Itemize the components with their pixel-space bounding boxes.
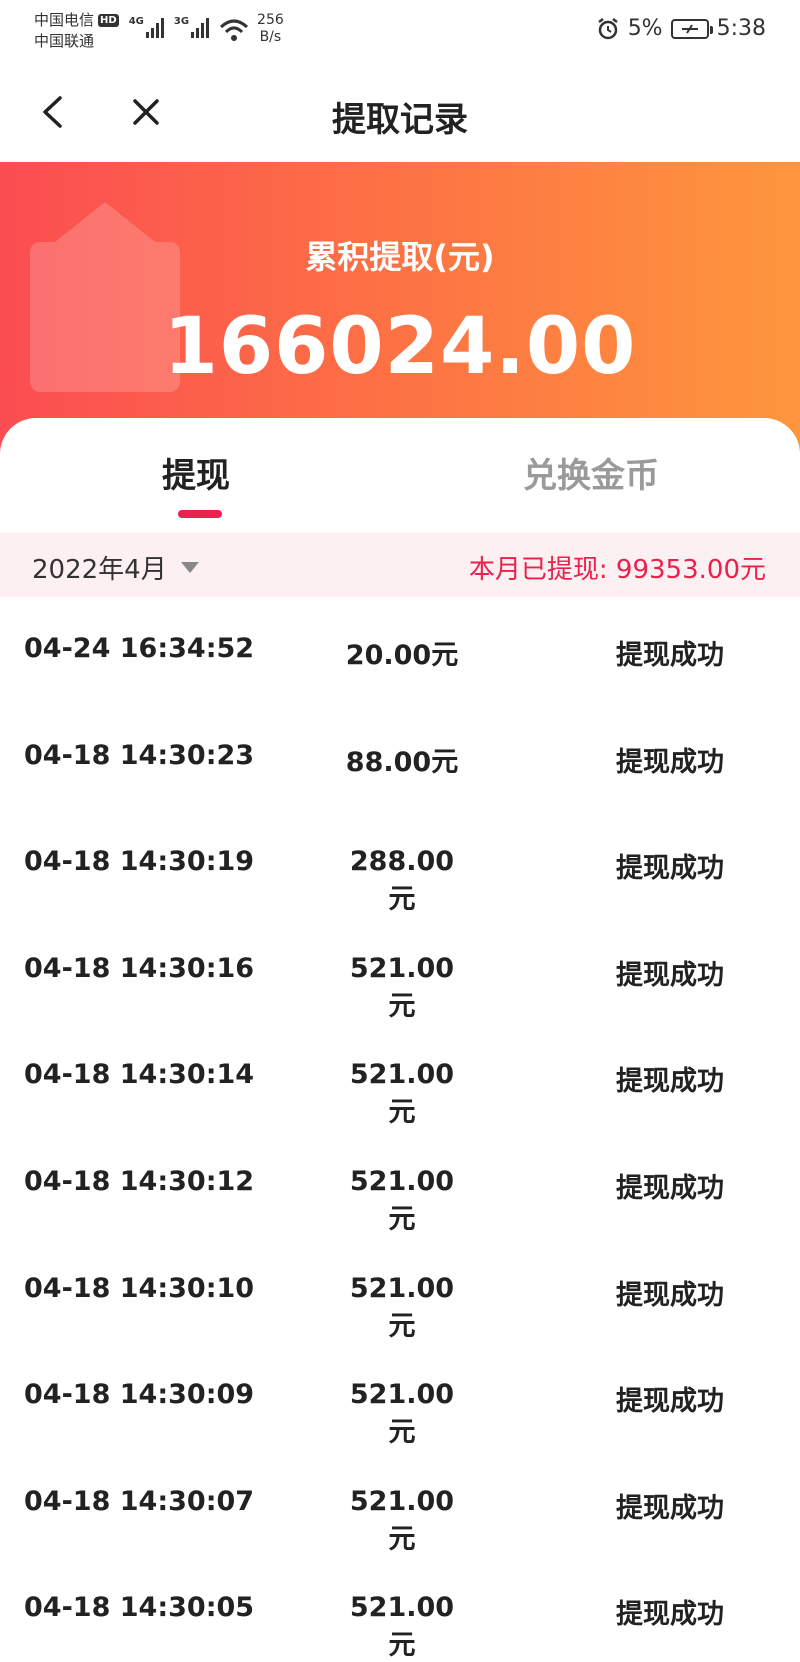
carrier-labels: 中国电信 HD 中国联通 xyxy=(34,10,119,52)
signal-bars-icon xyxy=(191,16,210,38)
caret-down-icon xyxy=(180,562,199,573)
list-item: 04-18 14:30:10 521.00元 提现成功 xyxy=(0,1237,800,1344)
status-bar: 中国电信 HD 中国联通 4G 3G 256 B/s 5% 5:38 xyxy=(0,0,800,62)
record-time: 04-18 14:30:23 xyxy=(24,739,255,771)
record-status: 提现成功 xyxy=(616,1386,724,1418)
battery-charging-icon xyxy=(670,18,713,39)
record-amount: 521.00元 xyxy=(349,952,455,1022)
record-amount: 88.00元 xyxy=(345,746,459,778)
carrier-name-2: 中国联通 xyxy=(34,32,95,50)
page-title: 提取记录 xyxy=(332,100,468,140)
signal-4g: 4G xyxy=(129,16,164,38)
battery-percent: 5% xyxy=(627,16,663,41)
record-amount: 521.00元 xyxy=(349,1592,455,1662)
month-total-withdrawn: 本月已提现: 99353.00元 xyxy=(468,555,766,585)
speed-unit: B/s xyxy=(259,29,282,45)
network-type-2: 3G xyxy=(173,16,190,27)
signal-3g: 3G xyxy=(173,16,210,38)
month-filter-bar: 2022年4月 本月已提现: 99353.00元 xyxy=(0,533,800,597)
record-status: 提现成功 xyxy=(616,1279,724,1311)
list-item: 04-18 14:30:09 521.00元 提现成功 xyxy=(0,1343,800,1450)
list-item: 04-18 14:30:07 521.00元 提现成功 xyxy=(0,1450,800,1557)
network-speed: 256 B/s xyxy=(257,12,284,46)
signal-bars-icon xyxy=(145,16,164,38)
tab-bar: 提现 兑换金币 xyxy=(0,418,800,533)
record-amount: 20.00元 xyxy=(345,640,459,671)
record-status: 提现成功 xyxy=(616,746,724,778)
record-status: 提现成功 xyxy=(616,1066,724,1098)
record-amount: 521.00元 xyxy=(349,1379,455,1449)
record-amount: 288.00元 xyxy=(349,846,455,916)
record-time: 04-18 14:30:05 xyxy=(24,1592,255,1624)
record-status: 提现成功 xyxy=(616,853,724,885)
month-dropdown[interactable]: 2022年4月 xyxy=(32,549,199,586)
total-withdrawn-amount: 166024.00 xyxy=(163,302,637,392)
month-label: 2022年4月 xyxy=(32,555,167,585)
tab-withdraw[interactable]: 提现 xyxy=(162,448,230,497)
network-type-1: 4G xyxy=(128,16,144,27)
tab-exchange-coins[interactable]: 兑换金币 xyxy=(523,448,659,497)
record-time: 04-18 14:30:12 xyxy=(24,1165,255,1197)
record-status: 提现成功 xyxy=(616,1492,724,1524)
wifi-icon xyxy=(220,19,249,41)
list-item: 04-24 16:34:52 20.00元 提现成功 xyxy=(0,597,800,704)
status-bar-left: 中国电信 HD 中国联通 4G 3G 256 B/s xyxy=(34,10,284,52)
record-time: 04-18 14:30:14 xyxy=(24,1059,255,1091)
record-time: 04-18 14:30:09 xyxy=(24,1379,255,1411)
speed-value: 256 xyxy=(257,12,284,28)
list-item: 04-18 14:30:16 521.00元 提现成功 xyxy=(0,917,800,1024)
record-status: 提现成功 xyxy=(616,640,724,671)
record-amount: 521.00元 xyxy=(349,1272,455,1342)
list-item: 04-18 14:30:14 521.00元 提现成功 xyxy=(0,1023,800,1130)
record-amount: 521.00元 xyxy=(349,1165,455,1235)
clock-time: 5:38 xyxy=(716,16,766,41)
record-time: 04-18 14:30:16 xyxy=(24,952,255,984)
active-tab-indicator xyxy=(178,510,222,518)
status-bar-right: 5% 5:38 xyxy=(596,16,766,41)
navigation-bar: 提取记录 xyxy=(0,62,800,162)
withdrawal-record-list: 04-24 16:34:52 20.00元 提现成功 04-18 14:30:2… xyxy=(0,597,800,1662)
record-amount: 521.00元 xyxy=(349,1059,455,1129)
record-amount: 521.00元 xyxy=(349,1485,455,1555)
record-status: 提现成功 xyxy=(616,1172,724,1204)
record-time: 04-18 14:30:19 xyxy=(24,846,255,878)
carrier-primary: 中国电信 HD xyxy=(34,10,119,31)
alarm-icon xyxy=(597,17,618,39)
record-status: 提现成功 xyxy=(616,959,724,991)
list-item: 04-18 14:30:05 521.00元 提现成功 xyxy=(0,1556,800,1662)
list-item: 04-18 14:30:23 88.00元 提现成功 xyxy=(0,704,800,811)
record-time: 04-24 16:34:52 xyxy=(24,633,255,664)
list-item: 04-18 14:30:19 288.00元 提现成功 xyxy=(0,810,800,917)
record-time: 04-18 14:30:10 xyxy=(24,1272,255,1304)
hd-badge: HD xyxy=(98,14,119,27)
carrier-name-1: 中国电信 xyxy=(34,11,95,29)
total-withdrawn-banner: 累积提取(元) 166024.00 xyxy=(0,162,800,462)
total-withdrawn-label: 累积提取(元) xyxy=(305,238,495,276)
records-card: 提现 兑换金币 2022年4月 本月已提现: 99353.00元 04-24 1… xyxy=(0,418,800,1662)
record-time: 04-18 14:30:07 xyxy=(24,1485,255,1517)
record-status: 提现成功 xyxy=(616,1599,724,1631)
list-item: 04-18 14:30:12 521.00元 提现成功 xyxy=(0,1130,800,1237)
